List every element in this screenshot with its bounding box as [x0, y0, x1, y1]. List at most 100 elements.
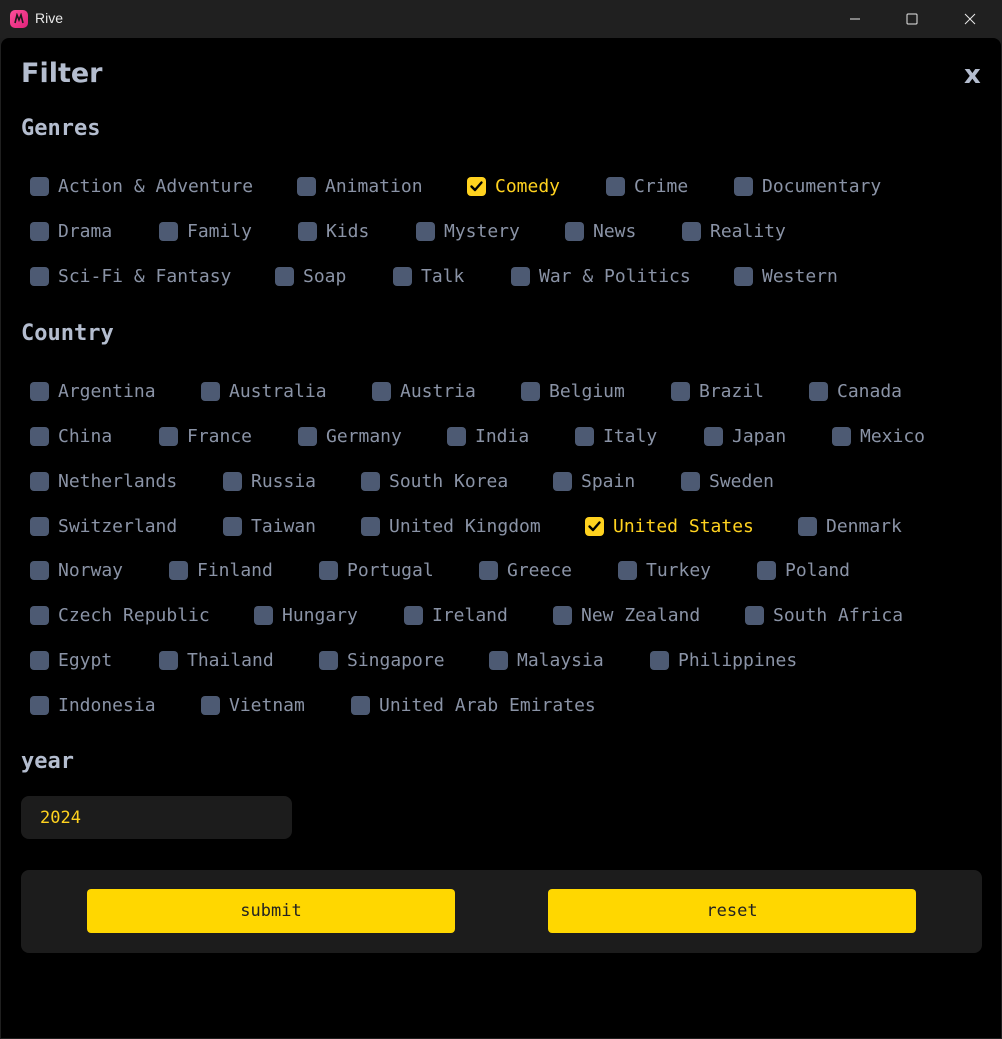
genre-option[interactable]: Animation [297, 175, 423, 197]
country-option[interactable]: Netherlands [30, 470, 177, 492]
checkbox[interactable] [467, 176, 486, 196]
checkbox[interactable] [511, 266, 530, 286]
genre-option[interactable]: Talk [393, 265, 464, 287]
checkbox[interactable] [734, 176, 753, 196]
checkbox[interactable] [30, 426, 49, 446]
checkbox[interactable] [30, 221, 49, 241]
country-option[interactable]: United Arab Emirates [351, 694, 596, 716]
country-option[interactable]: Philippines [650, 649, 797, 671]
country-option[interactable]: Thailand [159, 649, 274, 671]
country-option[interactable]: Finland [169, 559, 273, 581]
submit-button[interactable]: submit [87, 889, 455, 933]
genre-option[interactable]: Comedy [467, 175, 560, 197]
checkbox[interactable] [159, 426, 178, 446]
checkbox[interactable] [585, 516, 604, 536]
country-option[interactable]: China [30, 425, 112, 447]
checkbox[interactable] [650, 650, 669, 670]
checkbox[interactable] [254, 605, 273, 625]
country-option[interactable]: Taiwan [223, 515, 316, 537]
genre-option[interactable]: News [565, 220, 636, 242]
checkbox[interactable] [361, 471, 380, 491]
checkbox[interactable] [553, 471, 572, 491]
checkbox[interactable] [351, 695, 370, 715]
maximize-button[interactable] [883, 0, 941, 38]
checkbox[interactable] [275, 266, 294, 286]
checkbox[interactable] [372, 381, 391, 401]
country-option[interactable]: Poland [757, 559, 850, 581]
checkbox[interactable] [565, 221, 584, 241]
checkbox[interactable] [704, 426, 723, 446]
checkbox[interactable] [30, 381, 49, 401]
minimize-button[interactable] [826, 0, 884, 38]
checkbox[interactable] [734, 266, 753, 286]
checkbox[interactable] [671, 381, 690, 401]
country-option[interactable]: Japan [704, 425, 786, 447]
country-option[interactable]: Hungary [254, 604, 358, 626]
genre-option[interactable]: Crime [606, 175, 688, 197]
checkbox[interactable] [521, 381, 540, 401]
checkbox[interactable] [201, 695, 220, 715]
country-option[interactable]: Denmark [798, 515, 902, 537]
country-option[interactable]: Turkey [618, 559, 711, 581]
country-option[interactable]: Sweden [681, 470, 774, 492]
country-option[interactable]: Malaysia [489, 649, 604, 671]
checkbox[interactable] [30, 650, 49, 670]
genre-option[interactable]: Mystery [416, 220, 520, 242]
checkbox[interactable] [201, 381, 220, 401]
checkbox[interactable] [416, 221, 435, 241]
genre-option[interactable]: Soap [275, 265, 346, 287]
country-option[interactable]: Australia [201, 380, 327, 402]
country-option[interactable]: United States [585, 515, 754, 537]
checkbox[interactable] [169, 560, 188, 580]
checkbox[interactable] [618, 560, 637, 580]
country-option[interactable]: Portugal [319, 559, 434, 581]
checkbox[interactable] [393, 266, 412, 286]
checkbox[interactable] [832, 426, 851, 446]
checkbox[interactable] [30, 516, 49, 536]
genre-option[interactable]: Documentary [734, 175, 881, 197]
checkbox[interactable] [223, 516, 242, 536]
country-option[interactable]: Mexico [832, 425, 925, 447]
genre-option[interactable]: Western [734, 265, 838, 287]
checkbox[interactable] [489, 650, 508, 670]
checkbox[interactable] [757, 560, 776, 580]
checkbox[interactable] [745, 605, 764, 625]
country-option[interactable]: Singapore [319, 649, 445, 671]
checkbox[interactable] [319, 560, 338, 580]
close-filter-button[interactable]: x [964, 62, 981, 88]
checkbox[interactable] [479, 560, 498, 580]
checkbox[interactable] [30, 560, 49, 580]
genre-option[interactable]: Action & Adventure [30, 175, 253, 197]
genre-option[interactable]: Family [159, 220, 252, 242]
country-option[interactable]: Vietnam [201, 694, 305, 716]
checkbox[interactable] [30, 176, 49, 196]
country-option[interactable]: France [159, 425, 252, 447]
checkbox[interactable] [30, 266, 49, 286]
checkbox[interactable] [682, 221, 701, 241]
country-option[interactable]: New Zealand [553, 604, 700, 626]
checkbox[interactable] [404, 605, 423, 625]
genre-option[interactable]: Reality [682, 220, 786, 242]
checkbox[interactable] [30, 471, 49, 491]
country-option[interactable]: Germany [298, 425, 402, 447]
country-option[interactable]: South Africa [745, 604, 903, 626]
checkbox[interactable] [361, 516, 380, 536]
checkbox[interactable] [298, 221, 317, 241]
year-input[interactable] [21, 796, 292, 839]
checkbox[interactable] [159, 221, 178, 241]
country-option[interactable]: Greece [479, 559, 572, 581]
country-option[interactable]: Russia [223, 470, 316, 492]
country-option[interactable]: Ireland [404, 604, 508, 626]
checkbox[interactable] [681, 471, 700, 491]
country-option[interactable]: Canada [809, 380, 902, 402]
checkbox[interactable] [298, 426, 317, 446]
country-option[interactable]: Egypt [30, 649, 112, 671]
checkbox[interactable] [798, 516, 817, 536]
country-option[interactable]: South Korea [361, 470, 508, 492]
checkbox[interactable] [319, 650, 338, 670]
country-option[interactable]: United Kingdom [361, 515, 541, 537]
reset-button[interactable]: reset [548, 889, 916, 933]
country-option[interactable]: Brazil [671, 380, 764, 402]
checkbox[interactable] [297, 176, 316, 196]
checkbox[interactable] [30, 605, 49, 625]
